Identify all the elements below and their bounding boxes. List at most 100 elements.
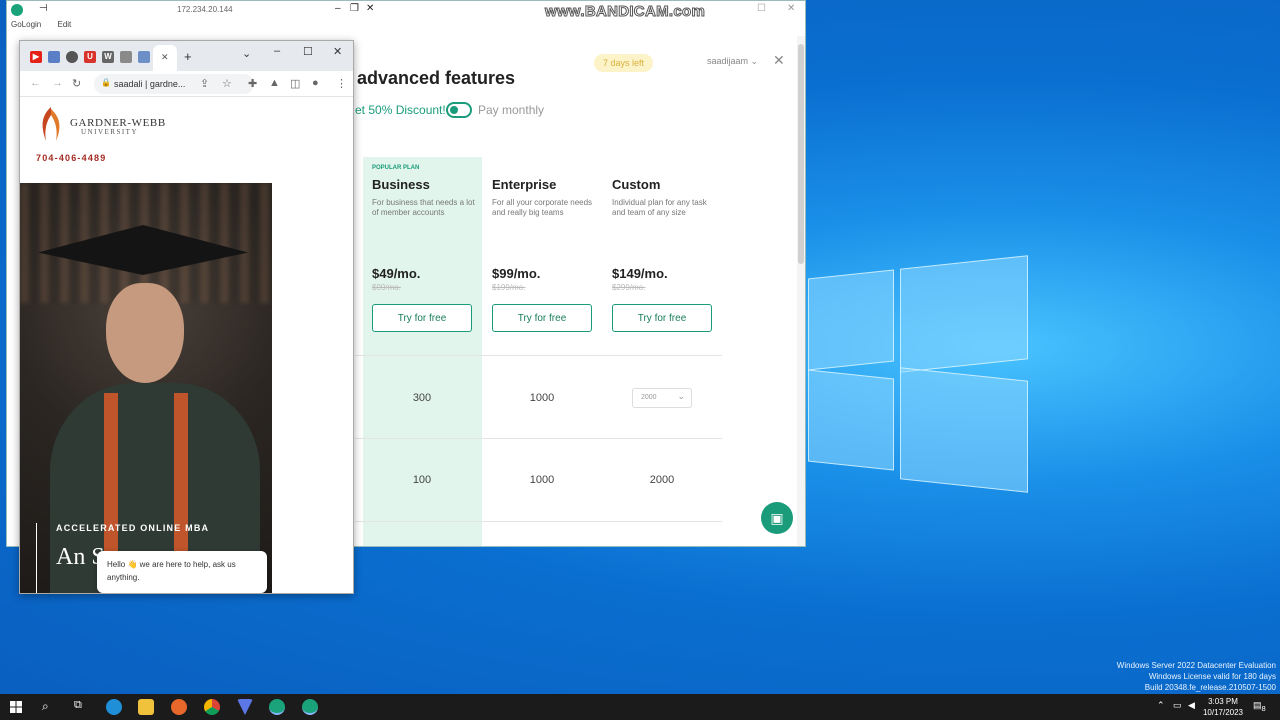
side-panel-icon[interactable]: ◫ bbox=[290, 77, 300, 90]
plan-name: Enterprise bbox=[492, 177, 557, 192]
forward-icon[interactable]: → bbox=[52, 77, 63, 89]
business-row-2: 100 bbox=[412, 474, 432, 486]
enterprise-row-2: 1000 bbox=[529, 474, 555, 486]
bookmark-star-icon[interactable]: ☆ bbox=[222, 77, 232, 90]
back-icon[interactable]: ← bbox=[30, 77, 41, 89]
gologin-taskbar-icon[interactable] bbox=[269, 699, 285, 715]
tray-chevron-icon[interactable]: ⌃ bbox=[1157, 700, 1165, 711]
network-icon[interactable]: ▭ bbox=[1173, 700, 1182, 711]
plan-enterprise: Enterprise For all your corporate needs … bbox=[492, 157, 602, 332]
brand-sub: UNIVERSITY bbox=[81, 128, 138, 136]
menu-icon[interactable]: ⋮ bbox=[336, 77, 347, 90]
volume-icon[interactable]: ◀ bbox=[1188, 700, 1195, 711]
divider bbox=[355, 438, 722, 439]
divider bbox=[355, 355, 722, 356]
plan-old-price: $99/mo. bbox=[372, 283, 401, 292]
chat-popup[interactable]: Hello 👋 we are here to help, ask us anyt… bbox=[97, 551, 267, 593]
clock-time: 3:03 PM bbox=[1208, 697, 1238, 706]
username: saadijaam bbox=[707, 56, 749, 66]
share-icon[interactable]: ⇪ bbox=[200, 77, 209, 90]
app-icon[interactable] bbox=[237, 699, 253, 715]
watermark-line-1: Windows Server 2022 Datacenter Evaluatio… bbox=[1116, 661, 1276, 670]
try-for-free-button[interactable]: Try for free bbox=[492, 304, 592, 332]
host-minimize-button[interactable]: – bbox=[335, 3, 341, 14]
tab-icon-6[interactable] bbox=[120, 51, 132, 63]
plan-description: For all your corporate needs and really … bbox=[492, 198, 593, 217]
try-for-free-button[interactable]: Try for free bbox=[612, 304, 712, 332]
plan-tag bbox=[612, 165, 722, 175]
discount-text: et 50% Discount! bbox=[355, 103, 446, 117]
tab-search-icon[interactable]: ⌄ bbox=[242, 47, 251, 60]
bandicam-watermark: www.BANDICAM.com bbox=[544, 3, 706, 21]
plan-description: For business that needs a lot of member … bbox=[372, 198, 475, 217]
tab-icon-3[interactable] bbox=[66, 51, 78, 63]
wikipedia-tab-icon[interactable]: W bbox=[102, 51, 114, 63]
youtube-tab-icon[interactable]: ▶ bbox=[30, 51, 42, 63]
business-row-1: 300 bbox=[412, 392, 432, 404]
tab-icon-4[interactable]: U bbox=[84, 51, 96, 63]
tab-close-icon[interactable]: ✕ bbox=[161, 52, 169, 63]
new-tab-button[interactable]: + bbox=[184, 49, 192, 64]
close-icon[interactable]: ✕ bbox=[773, 52, 785, 69]
chat-button[interactable]: ▣ bbox=[761, 502, 793, 534]
address-text: saadali | gardne... bbox=[114, 79, 186, 89]
pin-icon[interactable]: ⊣ bbox=[39, 3, 48, 14]
phone-link[interactable]: 704-406-4489 bbox=[36, 153, 106, 163]
profile-icon[interactable]: ● bbox=[312, 77, 319, 89]
billing-toggle[interactable] bbox=[446, 102, 472, 118]
tab-icon-7[interactable] bbox=[138, 51, 150, 63]
firefox-icon[interactable] bbox=[171, 699, 187, 715]
try-for-free-button[interactable]: Try for free bbox=[372, 304, 472, 332]
tab-active[interactable]: ✕ bbox=[153, 45, 177, 71]
custom-quantity-select[interactable]: 2000 bbox=[632, 388, 692, 408]
plan-price: $149/mo. bbox=[612, 266, 668, 281]
outer-close-button[interactable]: ✕ bbox=[787, 3, 795, 14]
gologin-icon bbox=[11, 4, 23, 16]
gologin-taskbar-icon-2[interactable] bbox=[302, 699, 318, 715]
reload-icon[interactable]: ↻ bbox=[72, 77, 81, 90]
tab-icon-2[interactable] bbox=[48, 51, 60, 63]
extension-icon[interactable]: ▲ bbox=[269, 77, 280, 89]
plan-old-price: $299/mo. bbox=[612, 283, 646, 292]
chrome-icon[interactable] bbox=[204, 699, 220, 715]
watermark-line-3: Build 20348.fe_release.210507-1500 bbox=[1144, 683, 1276, 692]
webpage: GARDNER-WEBB UNIVERSITY 704-406-4489 ACC… bbox=[20, 97, 353, 593]
plan-tag bbox=[492, 165, 602, 175]
popular-plan-tag: POPULAR PLAN bbox=[372, 165, 420, 171]
menu-edit[interactable]: Edit bbox=[57, 20, 71, 29]
chat-icon: ▣ bbox=[770, 510, 784, 526]
edge-icon[interactable] bbox=[106, 699, 122, 715]
start-icon[interactable] bbox=[10, 701, 22, 713]
task-view-icon[interactable]: ⧉ bbox=[74, 699, 82, 712]
windows-watermark: Windows Server 2022 Datacenter Evaluatio… bbox=[1117, 660, 1276, 693]
plan-description: Individual plan for any task and team of… bbox=[612, 198, 707, 217]
taskbar: ⌕ ⧉ ⌃ ▭ ◀ 3:03 PM 10/17/2023 ▤8 bbox=[0, 694, 1280, 720]
minimize-button[interactable]: – bbox=[274, 45, 280, 57]
host-ip: 172.234.20.144 bbox=[177, 5, 233, 14]
maximize-button[interactable]: ☐ bbox=[303, 45, 313, 58]
scrollbar[interactable] bbox=[797, 36, 805, 546]
host-close-button[interactable]: ✕ bbox=[366, 3, 374, 14]
watermark-line-2: Windows License valid for 180 days bbox=[1148, 672, 1276, 681]
divider bbox=[355, 521, 722, 522]
close-button[interactable]: ✕ bbox=[333, 45, 342, 58]
search-icon[interactable]: ⌕ bbox=[42, 699, 49, 714]
outer-maximize-button[interactable]: ☐ bbox=[757, 3, 766, 14]
notification-count: 8 bbox=[1261, 703, 1266, 713]
user-menu[interactable]: saadijaam ⌄ bbox=[707, 56, 758, 67]
windows-logo-wallpaper bbox=[808, 255, 1028, 493]
clock[interactable]: 3:03 PM 10/17/2023 bbox=[1198, 696, 1248, 718]
tab-strip: ▶ U W ✕ + ⌄ – ☐ ✕ bbox=[20, 41, 353, 71]
plan-business: POPULAR PLAN Business For business that … bbox=[372, 157, 482, 332]
plan-name: Business bbox=[372, 177, 430, 192]
lock-icon: 🔒 bbox=[101, 78, 111, 87]
file-explorer-icon[interactable] bbox=[138, 699, 154, 715]
host-restore-button[interactable]: ❐ bbox=[350, 3, 359, 14]
extensions-icon[interactable]: ✚ bbox=[248, 77, 257, 90]
chrome-window: ▶ U W ✕ + ⌄ – ☐ ✕ ← → ↻ 🔒 saadali | gard… bbox=[19, 40, 354, 594]
notification-icon[interactable]: ▤8 bbox=[1253, 700, 1266, 713]
pay-monthly-label: Pay monthly bbox=[478, 103, 545, 117]
menu-gologin[interactable]: GoLogin bbox=[11, 20, 41, 29]
clock-date: 10/17/2023 bbox=[1202, 708, 1244, 717]
plan-name: Custom bbox=[612, 177, 661, 192]
